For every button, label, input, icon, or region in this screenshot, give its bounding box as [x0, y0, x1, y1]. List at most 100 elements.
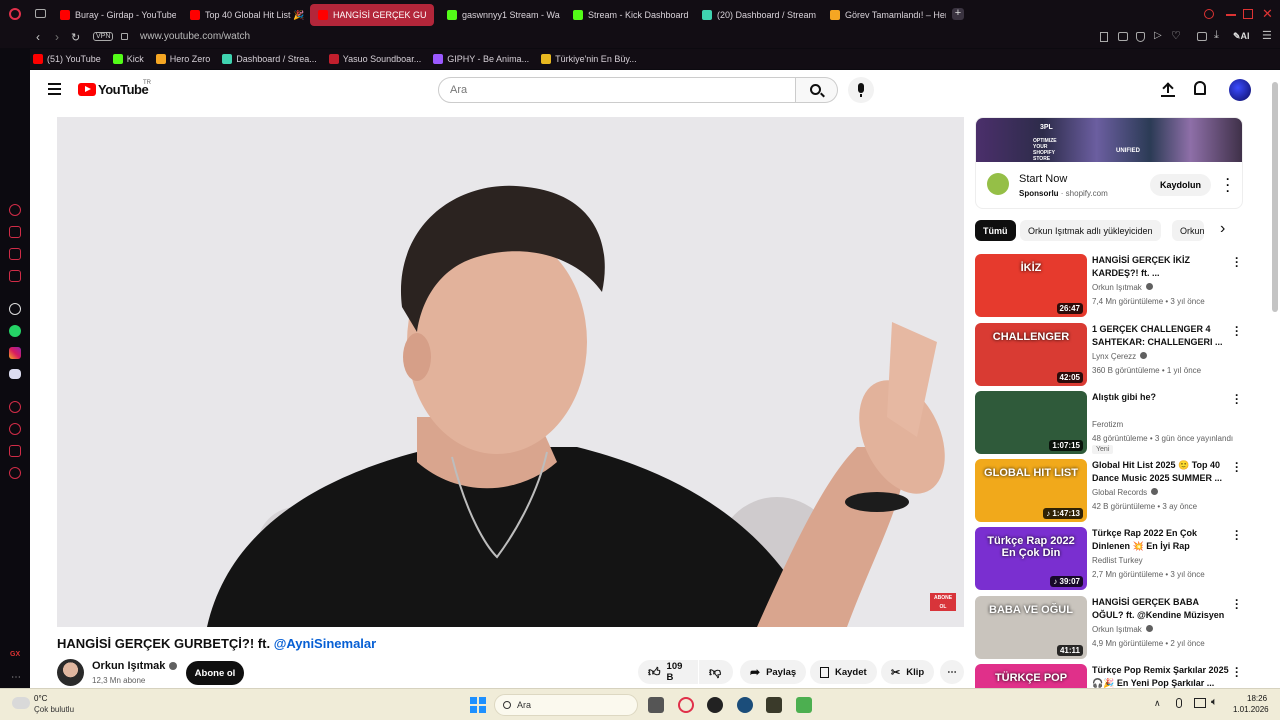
vpn-badge[interactable]: VPN — [93, 32, 114, 41]
recommendation-title[interactable]: Türkçe Rap 2022 En Çok Dinlenen 💥 En İyi… — [1092, 527, 1232, 553]
ad-more-icon[interactable]: · · · — [1226, 173, 1230, 197]
sidebar-more-icon[interactable]: ⋯ — [11, 672, 21, 683]
recommendation-item[interactable]: BABA VE OĞUL 41:11 HANGİSİ GERÇEK BABA OĞU… — [975, 594, 1243, 660]
browser-tab[interactable]: Buray - Girdap - YouTube — [52, 4, 176, 26]
recommendation-thumbnail[interactable]: 1:07:15 — [975, 391, 1087, 454]
ad-cta-button[interactable]: Kaydolun — [1150, 174, 1212, 196]
chips-next-icon[interactable]: › — [1220, 220, 1225, 238]
recommendation-thumbnail[interactable]: GLOBAL HIT LIST ♪ 1:47:13 — [975, 459, 1087, 522]
bookmark-item[interactable]: Yasuo Soundboar... — [328, 54, 421, 64]
recommendation-title[interactable]: HANGİSİ GERÇEK BABA OĞUL? ft. @Kendine M… — [1092, 596, 1232, 622]
youtube-logo[interactable]: YouTube — [78, 82, 149, 97]
save-button[interactable]: Kaydet — [810, 660, 877, 684]
ad-title[interactable]: Start Now — [1019, 173, 1067, 185]
player-sidebar-icon[interactable] — [9, 401, 21, 413]
forward-icon[interactable]: › — [55, 30, 59, 44]
maximize-icon[interactable] — [1243, 9, 1253, 19]
recommendation-title[interactable]: Alıştık gibi he? — [1092, 391, 1232, 404]
bookmark-item[interactable]: (51) YouTube — [33, 54, 101, 64]
clock-date[interactable]: 1.01.2026 — [1233, 705, 1269, 714]
recommendation-item[interactable]: 1:07:15 Alıştık gibi he? Ferotizm 48 görünt… — [975, 389, 1243, 455]
sponsored-ad[interactable]: 3PL OPTIMIZE YOUR SHOPIFY STORE UNIFIED … — [975, 117, 1243, 209]
steam-taskbar-icon[interactable] — [737, 697, 753, 713]
history-icon[interactable] — [9, 423, 21, 435]
recommendation-channel[interactable]: Ferotizm — [1092, 420, 1123, 429]
volume-icon[interactable]: 🔈︎ — [1211, 696, 1218, 709]
subscribe-watermark[interactable]: ABONE OL — [930, 593, 956, 611]
new-tab-button[interactable]: + — [952, 8, 964, 20]
music-player-icon[interactable] — [9, 270, 21, 282]
recommendation-title[interactable]: Türkçe Pop Remix Şarkılar 2025 🎧🎉 En Yen… — [1092, 664, 1232, 688]
browser-tab[interactable]: Görev Tamamlandı! – Hero — [822, 4, 946, 26]
chip-from-uploader[interactable]: Orkun Işıtmak adlı yükleyiciden — [1020, 220, 1161, 241]
like-button[interactable]: 👍︎ 109 B — [638, 660, 698, 684]
chip-all[interactable]: Tümü — [975, 220, 1016, 241]
chatgpt-icon[interactable] — [9, 303, 21, 315]
recommendation-thumbnail[interactable]: İKİZ 26:47 — [975, 254, 1087, 317]
heart-icon[interactable]: ♡ — [1171, 29, 1181, 42]
app3-taskbar-icon[interactable] — [796, 697, 812, 713]
download-icon[interactable]: ⤓ — [1214, 29, 1219, 42]
recommendation-item[interactable]: İKİZ 26:47 HANGİSİ GERÇEK İKİZ KARDEŞ?! ft… — [975, 252, 1243, 318]
subscribe-button[interactable]: Abone ol — [186, 661, 244, 685]
bookmark-item[interactable]: Türkiye'nin En Büy... — [541, 54, 637, 64]
upload-icon[interactable] — [1161, 81, 1175, 97]
recommendation-thumbnail[interactable]: Türkçe Rap 2022 En Çok Din ♪ 39:07 — [975, 527, 1087, 590]
back-icon[interactable]: ‹ — [36, 30, 40, 44]
recommendation-item[interactable]: Türkçe Rap 2022 En Çok Din ♪ 39:07 Türkçe … — [975, 525, 1243, 591]
browser-tab[interactable]: HANGİSİ GERÇEK GU — [310, 4, 434, 26]
recommendation-thumbnail[interactable]: BABA VE OĞUL 41:11 — [975, 596, 1087, 659]
recommendation-item[interactable]: GLOBAL HIT LIST ♪ 1:47:13 Global Hit List … — [975, 457, 1243, 523]
search-tabs-icon[interactable] — [1204, 9, 1214, 19]
gx-cleaner-icon[interactable] — [9, 226, 21, 238]
discord-icon[interactable] — [9, 369, 21, 379]
recommendation-menu-icon[interactable]: · · · — [1235, 457, 1239, 477]
extensions-icon[interactable] — [9, 445, 21, 457]
url-field[interactable]: www.youtube.com/watch — [140, 31, 250, 42]
recommendation-item[interactable]: TÜRKÇE POP Türkçe Pop Remix Şarkılar 2025… — [975, 662, 1243, 688]
recommendation-menu-icon[interactable]: · · · — [1235, 662, 1239, 682]
aria-ai-button[interactable]: ✎AI — [1233, 31, 1250, 42]
recommendation-channel[interactable]: Redlist Turkey — [1092, 556, 1143, 565]
search-input[interactable]: Ara — [438, 77, 796, 103]
tray-chevron-icon[interactable]: ∧ — [1154, 698, 1161, 709]
mic-tray-icon[interactable] — [1176, 698, 1182, 708]
opera-gx-taskbar-icon[interactable] — [678, 697, 694, 713]
bookmark-item[interactable]: GIPHY - Be Anima... — [433, 54, 529, 64]
reload-icon[interactable]: ↻ — [71, 31, 80, 44]
gx-control-icon[interactable] — [9, 204, 21, 216]
weather-desc[interactable]: Çok bulutlu — [34, 705, 74, 714]
dislike-button[interactable]: 👎︎ — [699, 660, 733, 684]
menu-icon[interactable]: ☰ — [1262, 29, 1272, 42]
bookmark-page-icon[interactable] — [1100, 32, 1108, 42]
start-button-icon[interactable] — [470, 697, 486, 713]
player-icon[interactable]: ▷ — [1154, 30, 1162, 41]
shield-icon[interactable] — [1136, 32, 1145, 42]
recommendation-thumbnail[interactable]: TÜRKÇE POP — [975, 664, 1087, 688]
avatar[interactable] — [1229, 79, 1251, 101]
hamburger-menu-icon[interactable] — [48, 83, 61, 95]
bookmark-item[interactable]: Dashboard / Strea... — [222, 54, 317, 64]
recommendation-item[interactable]: CHALLENGER 42:05 1 GERÇEK CHALLENGER 4 SAH… — [975, 321, 1243, 387]
recommendation-channel[interactable]: Orkun Işıtmak — [1092, 283, 1153, 292]
more-actions-button[interactable]: ⋯ — [940, 660, 964, 684]
settings-icon[interactable] — [9, 467, 21, 479]
recommendation-channel[interactable]: Orkun Işıtmak — [1092, 625, 1153, 634]
recommendation-menu-icon[interactable]: · · · — [1235, 525, 1239, 545]
recommendation-thumbnail[interactable]: CHALLENGER 42:05 — [975, 323, 1087, 386]
recommendation-title[interactable]: 1 GERÇEK CHALLENGER 4 SAHTEKAR: CHALLENG… — [1092, 323, 1232, 349]
channel-avatar[interactable] — [57, 659, 84, 686]
wallet-icon[interactable] — [1197, 32, 1207, 41]
recommendation-menu-icon[interactable]: · · · — [1235, 252, 1239, 272]
page-scrollbar[interactable] — [1272, 82, 1278, 312]
bookmark-item[interactable]: Hero Zero — [155, 54, 210, 64]
channel-name[interactable]: Orkun Işıtmak — [92, 660, 178, 672]
notifications-bell-icon[interactable] — [1194, 81, 1206, 95]
bookmark-item[interactable]: Kick — [112, 54, 144, 64]
browser-tab[interactable]: gaswnnyy1 Stream - Watc — [439, 4, 560, 26]
gx-label[interactable]: GX — [10, 651, 20, 658]
minimize-icon[interactable] — [1226, 14, 1236, 16]
voice-search-button[interactable] — [848, 77, 874, 103]
instagram-icon[interactable] — [9, 347, 21, 359]
recommendation-menu-icon[interactable]: · · · — [1235, 321, 1239, 341]
